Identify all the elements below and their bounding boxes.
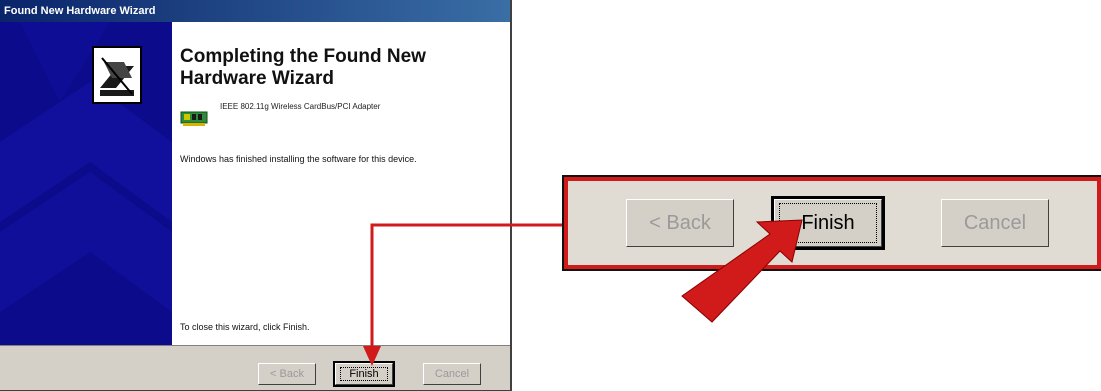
red-arrow-icon [681, 219, 803, 323]
